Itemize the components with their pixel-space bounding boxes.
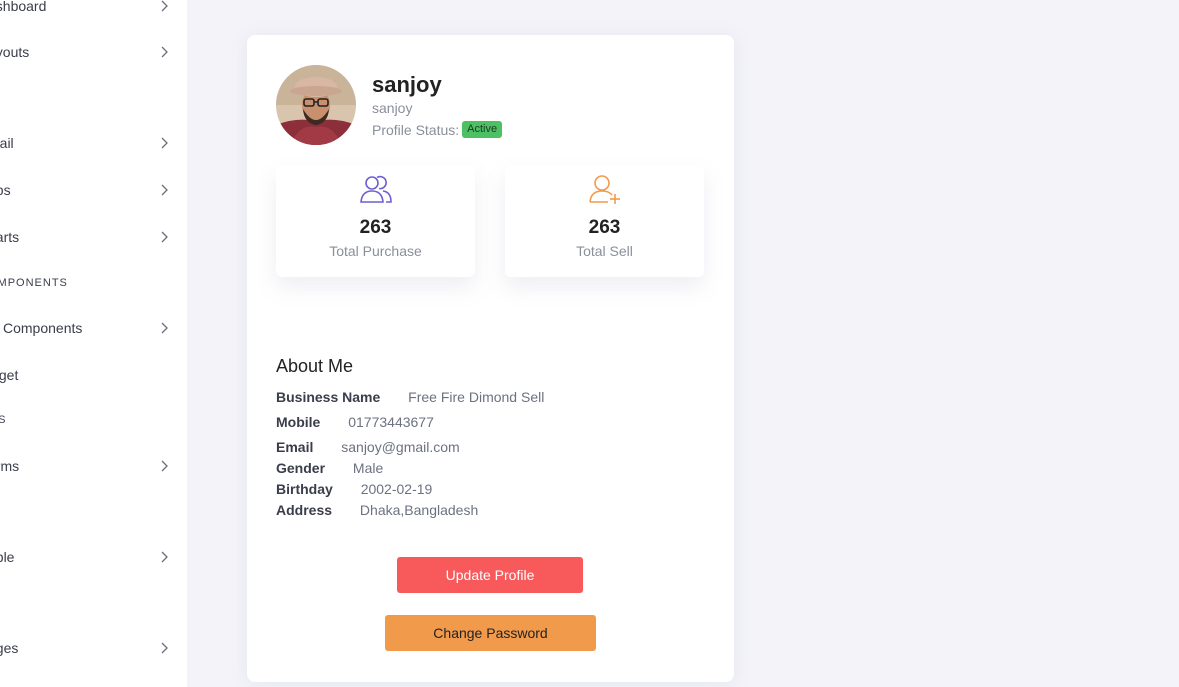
info-row-mobile: Mobile 01773443677	[276, 414, 434, 430]
chevron-right-icon	[159, 642, 169, 654]
info-value: 01773443677	[348, 414, 434, 430]
sidebar-item-dashboard[interactable]: ashboard	[0, 0, 178, 18]
profile-status: Profile Status: Active	[372, 121, 503, 138]
stat-label: Total Purchase	[329, 243, 422, 259]
info-key: Email	[276, 439, 314, 455]
chevron-right-icon	[159, 551, 169, 563]
profile-status-label: Profile Status:	[372, 121, 460, 138]
sidebar-item-table[interactable]: able	[0, 545, 178, 569]
sidebar-item-label: ashboard	[0, 0, 47, 14]
user-plus-icon	[588, 172, 622, 206]
change-password-button[interactable]: Change Password	[385, 615, 596, 651]
sidebar-item-email[interactable]: mail	[0, 131, 178, 155]
chevron-right-icon	[159, 0, 169, 12]
sidebar-item-layouts[interactable]: ayouts	[0, 40, 178, 64]
sidebar-item-label: mail	[0, 135, 14, 151]
info-key: Address	[276, 502, 333, 518]
chevron-right-icon	[159, 137, 169, 149]
about-title: About Me	[276, 356, 354, 376]
info-value: sanjoy@gmail.com	[341, 439, 460, 455]
users-icon	[359, 172, 393, 206]
sidebar-item-misc[interactable]: S	[0, 590, 178, 614]
info-value: Free Fire Dimond Sell	[408, 389, 545, 405]
info-row-gender: Gender Male	[276, 460, 383, 476]
sidebar-item-label: ages	[0, 640, 19, 656]
stat-value: 263	[359, 217, 392, 238]
info-key: Business Name	[276, 389, 381, 405]
info-key: Gender	[276, 460, 326, 476]
chevron-right-icon	[159, 460, 169, 472]
chevron-right-icon	[159, 184, 169, 196]
profile-name: sanjoy	[372, 72, 442, 97]
info-row-email: Email sanjoy@gmail.com	[276, 439, 460, 455]
sidebar-item-label: Components	[3, 320, 83, 336]
sidebar-item-charts[interactable]: harts	[0, 225, 178, 249]
info-row-address: Address Dhaka,Bangladesh	[276, 502, 478, 518]
status-badge: Active	[462, 121, 503, 138]
stat-value: 263	[588, 217, 621, 238]
profile-username: sanjoy	[372, 100, 413, 116]
stat-total-purchase: 263 Total Purchase	[276, 165, 475, 277]
sidebar-item-components[interactable]: Components	[0, 316, 178, 340]
sidebar-item-label: pps	[0, 182, 11, 198]
info-key: Birthday	[276, 481, 333, 497]
stat-label: Total Sell	[576, 243, 633, 259]
sidebar-item-pages[interactable]: ages	[0, 636, 178, 660]
info-value: Male	[352, 460, 384, 476]
sidebar-item-label: ayouts	[0, 44, 30, 60]
info-key: Mobile	[276, 414, 321, 430]
sidebar-item-forms[interactable]: orms	[0, 454, 178, 478]
update-profile-button[interactable]: Update Profile	[397, 557, 583, 593]
sidebar-item-label: harts	[0, 229, 20, 245]
info-row-business-name: Business Name Free Fire Dimond Sell	[276, 389, 544, 405]
info-row-birthday: Birthday 2002-02-19	[276, 481, 432, 497]
avatar	[276, 65, 356, 145]
info-value: 2002-02-19	[360, 481, 433, 497]
info-value: Dhaka,Bangladesh	[359, 502, 479, 518]
sidebar-item-label: orms	[0, 458, 20, 474]
sidebar-item-widget[interactable]: idget	[0, 363, 178, 387]
sidebar-item-label: idget	[0, 367, 19, 383]
sidebar-item-apps[interactable]: pps	[0, 178, 178, 202]
sidebar-section-header: MS	[0, 414, 7, 426]
chevron-right-icon	[159, 231, 169, 243]
profile-card: sanjoy sanjoy Profile Status: Active 263…	[247, 35, 734, 682]
chevron-right-icon	[159, 322, 169, 334]
sidebar: ashboard ayouts S mail pps harts OMPONEN…	[0, 0, 187, 687]
chevron-right-icon	[159, 46, 169, 58]
stat-total-sell: 263 Total Sell	[505, 165, 704, 277]
sidebar-item-label: able	[0, 549, 15, 565]
sidebar-section-header: OMPONENTS	[0, 277, 68, 289]
